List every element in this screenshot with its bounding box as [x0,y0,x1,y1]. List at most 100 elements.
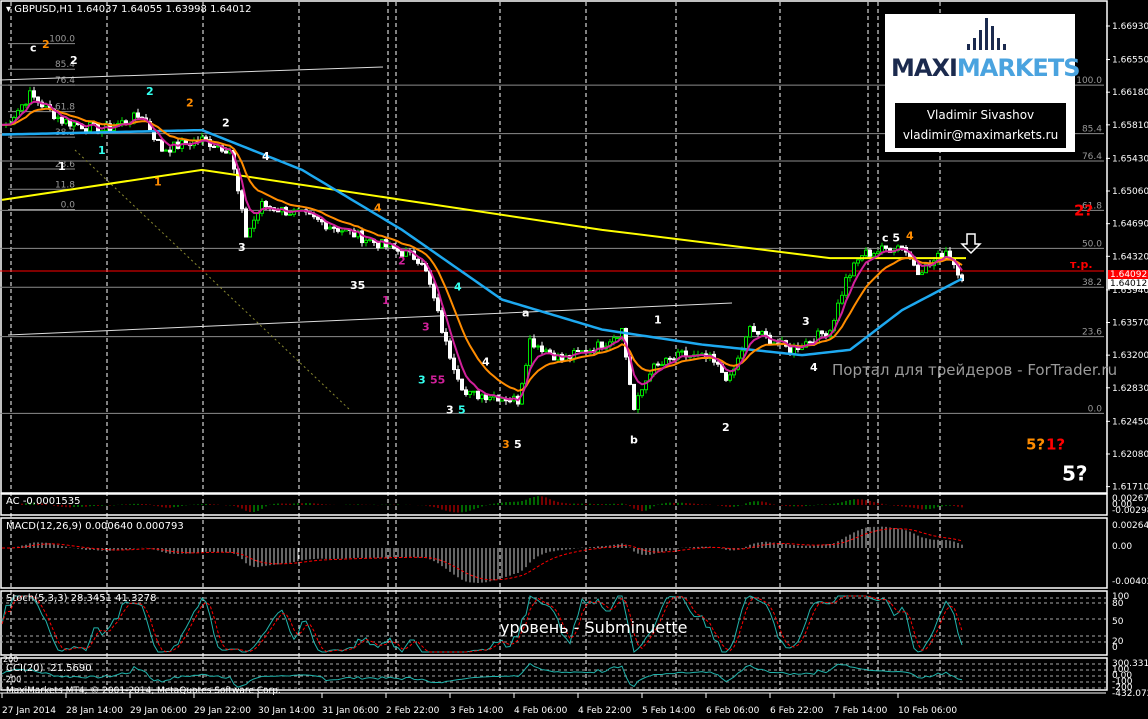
wave-label: 1? [1046,436,1065,454]
wave-label: 2 [722,421,730,434]
author-name: Vladimir Sivashov [926,108,1035,122]
price-tick-label: 1.61710 [1112,483,1148,493]
candle-body [156,138,160,141]
ma-orange-line [1,107,963,392]
wave-label: 4 [482,356,490,369]
subminuette-caption: уровень - Subminuette [500,618,688,637]
wave-label: c [30,42,37,55]
wave-label: т.р. [1070,258,1093,271]
wave-label: 1 [382,294,390,307]
candle-body [136,112,140,118]
price-tick-label: 1.64690 [1112,220,1148,230]
time-tick-label: 3 Feb 14:00 [450,706,504,716]
price-tick-label: 1.62080 [1112,450,1148,460]
candle-body [728,374,732,381]
time-tick-label: 5 Feb 14:00 [642,706,696,716]
fib-left-label: 0.0 [61,201,76,211]
candle-body [460,378,464,391]
candle-body [616,337,620,340]
fib-right-label: 76.4 [1082,152,1102,162]
price-tick-label: 1.65810 [1112,121,1148,131]
candle-body [724,371,728,381]
candle-body [252,219,256,229]
candle-body [160,139,164,152]
candle-body [164,149,168,152]
logo-wordmark: MAXIMARKETS [891,54,1080,82]
wave-label: 4 [454,281,462,294]
candle-body [820,330,824,335]
candle-body [872,253,876,257]
candle-body [340,230,344,233]
candle-body [448,340,452,359]
candle-body [364,239,368,244]
ohlc-values: 1.64037 1.64055 1.63998 1.64012 [76,4,252,15]
time-tick-label: 4 Feb 06:00 [514,706,568,716]
stoch-scale-80: 80 [1112,599,1124,609]
candle-body [88,122,92,132]
candle-body [64,119,68,124]
candle-body [444,331,448,342]
time-tick-label: 4 Feb 22:00 [578,706,632,716]
wave-label: b [630,433,638,446]
wave-label: 2 [70,54,78,67]
candle-body [880,245,884,253]
candle-body [60,116,64,124]
candle-body [24,103,28,106]
candle-body [660,364,664,367]
wave-label: 3 [418,373,426,386]
time-tick-label: 28 Jan 14:00 [66,706,123,716]
candle-body [20,104,24,111]
trend-line [74,149,351,411]
fib-right-label: 23.6 [1082,328,1102,338]
time-tick-label: 30 Jan 14:00 [258,706,315,716]
candle-body [72,122,76,127]
candle-body [360,230,364,244]
time-tick-label: 6 Feb 22:00 [770,706,824,716]
candle-body [528,338,532,366]
candle-body [432,283,436,299]
candle-body [168,149,172,153]
candle-body [336,227,340,232]
candle-body [332,226,336,229]
candle-body [500,398,504,402]
price-tick-label: 1.62450 [1112,417,1148,427]
price-tick-label: 1.66930 [1112,22,1148,32]
candle-body [748,326,752,338]
symbol-dropdown-icon[interactable]: ▾ [6,4,11,15]
candle-body [244,208,248,238]
time-tick-label: 31 Jan 06:00 [322,706,379,716]
candle-body [328,226,332,230]
wave-label: 5 [514,438,522,451]
price-tick-label: 1.65060 [1112,187,1148,197]
candle-body [368,238,372,241]
wave-label: 3 [446,403,454,416]
fib-right-label: 38.2 [1082,278,1102,288]
wave-label: 35 [350,279,365,292]
candle-body [452,357,456,371]
wave-label: 1 [654,313,662,326]
cci-label: CCI(20) -21.5690 [6,663,92,674]
time-tick-label: 27 Jan 2014 [2,706,56,716]
author-email: vladimir@maximarkets.ru [902,128,1059,142]
price-tick-label: 1.64320 [1112,252,1148,262]
candle-body [656,363,660,366]
macd-scale-zero: 0.00 [1112,542,1133,552]
ma-yellow-line [1,168,966,260]
price-tick-label: 1.66180 [1112,88,1148,98]
cci-left-200: 200 [3,655,19,664]
candle-body [256,212,260,221]
candle-body [916,264,920,276]
copyright: MaxiMarkets MT4, © 2001-2014, MetaQuotes… [6,686,281,696]
wave-label: 4 [810,361,818,374]
chart-header: ▾ GBPUSD,H1 1.64037 1.64055 1.63998 1.64… [6,4,251,15]
stoch-signal-line [1,595,963,653]
stoch-scale-50: 50 [1112,617,1124,627]
candle-body [84,128,88,132]
candle-body [920,272,924,276]
candle-body [476,390,480,400]
wave-label: 1 [58,160,66,173]
candle-body [240,190,244,210]
candle-body [480,394,484,400]
wave-label: 3 [238,241,246,254]
candle-body [508,400,512,403]
